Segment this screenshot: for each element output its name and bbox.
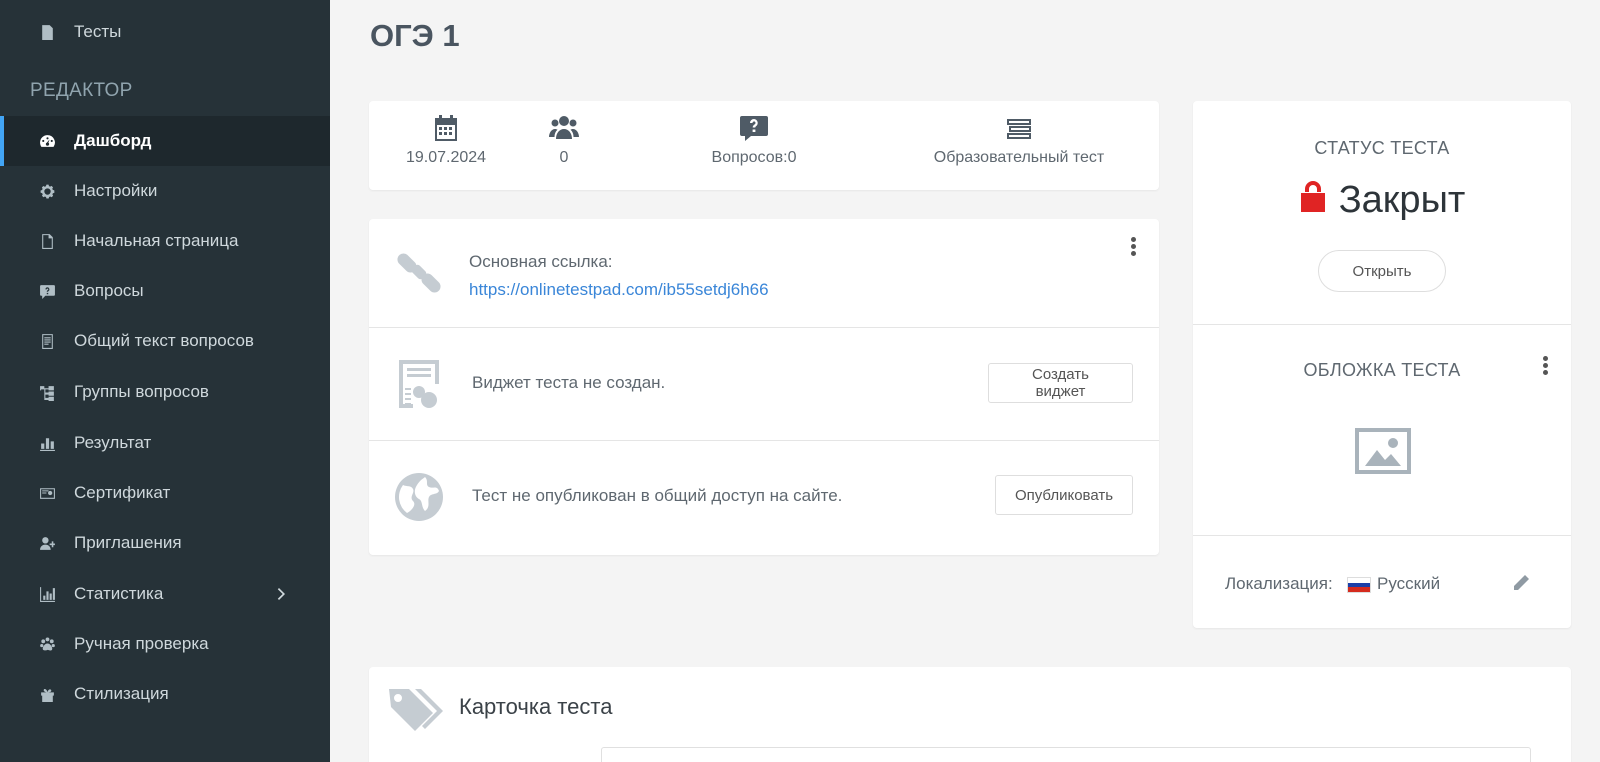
sidebar-item-manual-check[interactable]: Ручная проверка bbox=[0, 619, 330, 669]
chevron-right-icon[interactable] bbox=[274, 586, 290, 602]
status-value: Закрыт bbox=[1193, 179, 1571, 222]
main-link-row: Основная ссылка: https://onlinetestpad.c… bbox=[369, 219, 1159, 328]
sidebar-item-styling[interactable]: Стилизация bbox=[0, 669, 330, 719]
chain-link-icon bbox=[393, 247, 445, 299]
locale-label: Локализация: bbox=[1225, 574, 1333, 593]
question-bubble-icon bbox=[739, 113, 769, 143]
sidebar-item-label: Статистика bbox=[74, 584, 164, 603]
cover-title: ОБЛОЖКА ТЕСТА bbox=[1303, 360, 1461, 380]
widget-text: Виджет теста не создан. bbox=[472, 373, 666, 392]
sidebar-item-tests[interactable]: Тесты bbox=[0, 7, 330, 57]
stat-date: 19.07.2024 bbox=[391, 113, 501, 167]
sidebar-item-label: Результат bbox=[74, 433, 152, 452]
sidebar-item-label: Вопросы bbox=[74, 281, 144, 300]
file-icon bbox=[38, 232, 56, 250]
dashboard-icon bbox=[38, 132, 56, 150]
locale-value: Русский bbox=[1377, 574, 1441, 593]
calendar-icon bbox=[431, 113, 461, 143]
sidebar-item-label: Ручная проверка bbox=[74, 634, 209, 653]
sidebar-item-label: Начальная страница bbox=[74, 231, 239, 250]
lock-icon bbox=[1299, 180, 1327, 214]
gear-icon bbox=[38, 182, 56, 200]
document-icon bbox=[38, 23, 56, 41]
sidebar-item-result[interactable]: Результат bbox=[0, 418, 330, 468]
sidebar-item-questions[interactable]: Вопросы bbox=[0, 266, 330, 316]
main-link-label: Основная ссылка: bbox=[469, 252, 613, 271]
status-value-text: Закрыт bbox=[1338, 179, 1466, 221]
bar-chart-icon bbox=[38, 434, 56, 452]
sidebar-item-label: Настройки bbox=[74, 181, 158, 200]
sidebar: Тесты РЕДАКТОР Дашборд Настройки Начальн… bbox=[0, 0, 330, 762]
stat-questions: Вопросов:0 bbox=[699, 113, 809, 167]
image-placeholder-icon[interactable] bbox=[1353, 426, 1413, 476]
test-card-title: Карточка теста bbox=[459, 694, 613, 719]
test-card-section: Карточка теста bbox=[369, 667, 1571, 762]
sidebar-item-label: Общий текст вопросов bbox=[74, 331, 254, 350]
sidebar-item-settings[interactable]: Настройки bbox=[0, 166, 330, 216]
sidebar-item-invitations[interactable]: Приглашения bbox=[0, 518, 330, 568]
divider bbox=[1193, 535, 1571, 536]
sidebar-item-question-groups[interactable]: Группы вопросов bbox=[0, 367, 330, 417]
russia-flag-icon bbox=[1347, 577, 1371, 593]
stat-date-value: 19.07.2024 bbox=[405, 149, 487, 166]
books-icon bbox=[1004, 113, 1034, 143]
stat-questions-value: Вопросов:0 bbox=[711, 149, 797, 166]
stat-participants: 0 bbox=[534, 113, 594, 167]
sidebar-item-dashboard[interactable]: Дашборд bbox=[0, 116, 330, 166]
paw-icon bbox=[38, 635, 56, 653]
sidebar-item-label: Дашборд bbox=[74, 131, 152, 150]
publish-row: Тест не опубликован в общий доступ на са… bbox=[369, 441, 1159, 555]
status-title: СТАТУС ТЕСТА bbox=[1314, 138, 1450, 158]
open-test-button[interactable]: Открыть bbox=[1318, 250, 1446, 292]
sidebar-item-statistics[interactable]: Статистика bbox=[0, 569, 330, 619]
main-link-url[interactable]: https://onlinetestpad.com/ib55setdj6h66 bbox=[469, 280, 769, 299]
chart-icon bbox=[38, 585, 56, 603]
status-card: СТАТУС ТЕСТА Закрыт Открыть ОБЛОЖКА ТЕСТ… bbox=[1193, 101, 1571, 628]
pencil-icon[interactable] bbox=[1511, 573, 1531, 593]
link-menu-kebab-icon[interactable] bbox=[1129, 237, 1137, 259]
links-card: Основная ссылка: https://onlinetestpad.c… bbox=[369, 219, 1159, 555]
page-title: ОГЭ 1 bbox=[370, 18, 460, 53]
widget-row: Виджет теста не создан. Создать виджет bbox=[369, 328, 1159, 441]
sidebar-item-label: Сертификат bbox=[74, 483, 171, 502]
tags-icon bbox=[387, 685, 445, 735]
test-card-content-box bbox=[601, 747, 1531, 762]
stat-type: Образовательный тест bbox=[919, 113, 1119, 167]
user-plus-icon bbox=[38, 534, 56, 552]
stat-type-value: Образовательный тест bbox=[933, 149, 1105, 166]
sidebar-item-label: Приглашения bbox=[74, 533, 182, 552]
stats-card: 19.07.2024 0 Вопросов:0 Образовательный … bbox=[369, 101, 1159, 190]
certificate-icon bbox=[38, 484, 56, 502]
widget-code-icon bbox=[393, 358, 445, 410]
globe-icon bbox=[393, 471, 445, 523]
cover-menu-kebab-icon[interactable] bbox=[1541, 356, 1549, 378]
sidebar-item-certificate[interactable]: Сертификат bbox=[0, 468, 330, 518]
publish-text: Тест не опубликован в общий доступ на са… bbox=[472, 486, 843, 505]
sidebar-item-label: Стилизация bbox=[74, 684, 169, 703]
sidebar-item-common-text[interactable]: Общий текст вопросов bbox=[0, 316, 330, 366]
question-bubble-icon bbox=[38, 282, 56, 300]
text-list-icon bbox=[38, 332, 56, 350]
stat-participants-value: 0 bbox=[559, 149, 569, 166]
create-widget-button[interactable]: Создать виджет bbox=[988, 363, 1133, 403]
sidebar-item-label: Тесты bbox=[74, 22, 122, 41]
sidebar-section-header: РЕДАКТОР bbox=[30, 80, 133, 101]
sidebar-item-label: Группы вопросов bbox=[74, 382, 209, 401]
publish-button[interactable]: Опубликовать bbox=[995, 475, 1133, 515]
divider bbox=[1193, 324, 1571, 325]
sidebar-item-start-page[interactable]: Начальная страница bbox=[0, 216, 330, 266]
users-icon bbox=[549, 113, 579, 143]
hierarchy-icon bbox=[38, 383, 56, 401]
main-link-text: Основная ссылка: https://onlinetestpad.c… bbox=[469, 248, 769, 304]
gift-icon bbox=[38, 685, 56, 703]
